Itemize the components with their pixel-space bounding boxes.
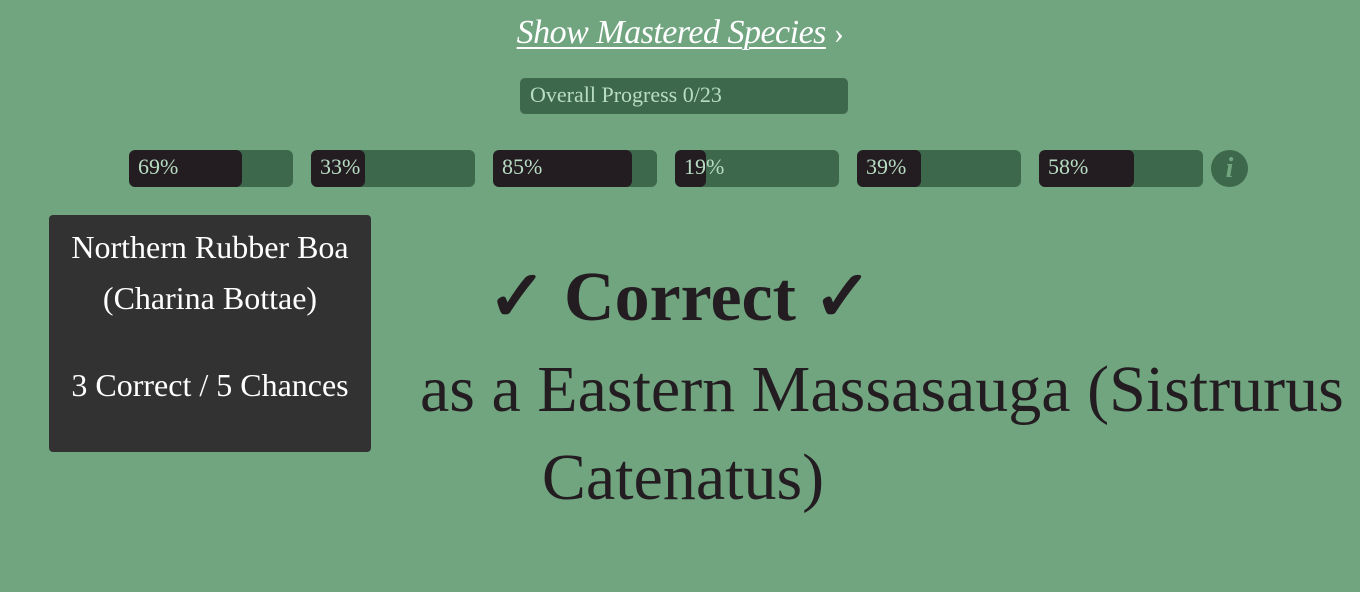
tooltip-stats: 3 Correct / 5 Chances	[71, 367, 349, 403]
progress-percent: 85%	[502, 154, 543, 179]
tooltip-scientific-name: (Charina Bottae)	[102, 280, 318, 316]
species-progress-bar-5[interactable]: 39%	[857, 150, 1021, 187]
progress-percent: 58%	[1048, 154, 1089, 179]
answer-text-line1: as a Eastern Massasauga (Sistrurus	[420, 353, 1344, 426]
progress-percent: 69%	[138, 154, 179, 179]
species-progress-bar-2[interactable]: 33%	[311, 150, 475, 187]
tooltip-species-name: Northern Rubber Boa	[71, 229, 349, 265]
chevron-right-icon[interactable]: ›	[834, 17, 844, 51]
species-progress-bar-6[interactable]: 58%	[1039, 150, 1203, 187]
species-progress-bar-3[interactable]: 85%	[493, 150, 657, 187]
info-icon[interactable]: i	[1211, 150, 1248, 187]
show-mastered-label[interactable]: Show Mastered Species	[517, 14, 827, 51]
overall-progress-label: Overall Progress 0/23	[530, 82, 722, 107]
show-mastered-link[interactable]: Show Mastered Species ›	[0, 14, 1360, 52]
species-tooltip: Northern Rubber Boa (Charina Bottae) 3 C…	[49, 215, 371, 452]
progress-percent: 39%	[866, 154, 907, 179]
progress-percent: 33%	[320, 154, 361, 179]
species-progress-bar-4[interactable]: 19%	[675, 150, 839, 187]
progress-percent: 19%	[684, 154, 725, 179]
overall-progress-bar: Overall Progress 0/23	[520, 78, 848, 114]
species-progress-bar-1[interactable]: 69%	[129, 150, 293, 187]
